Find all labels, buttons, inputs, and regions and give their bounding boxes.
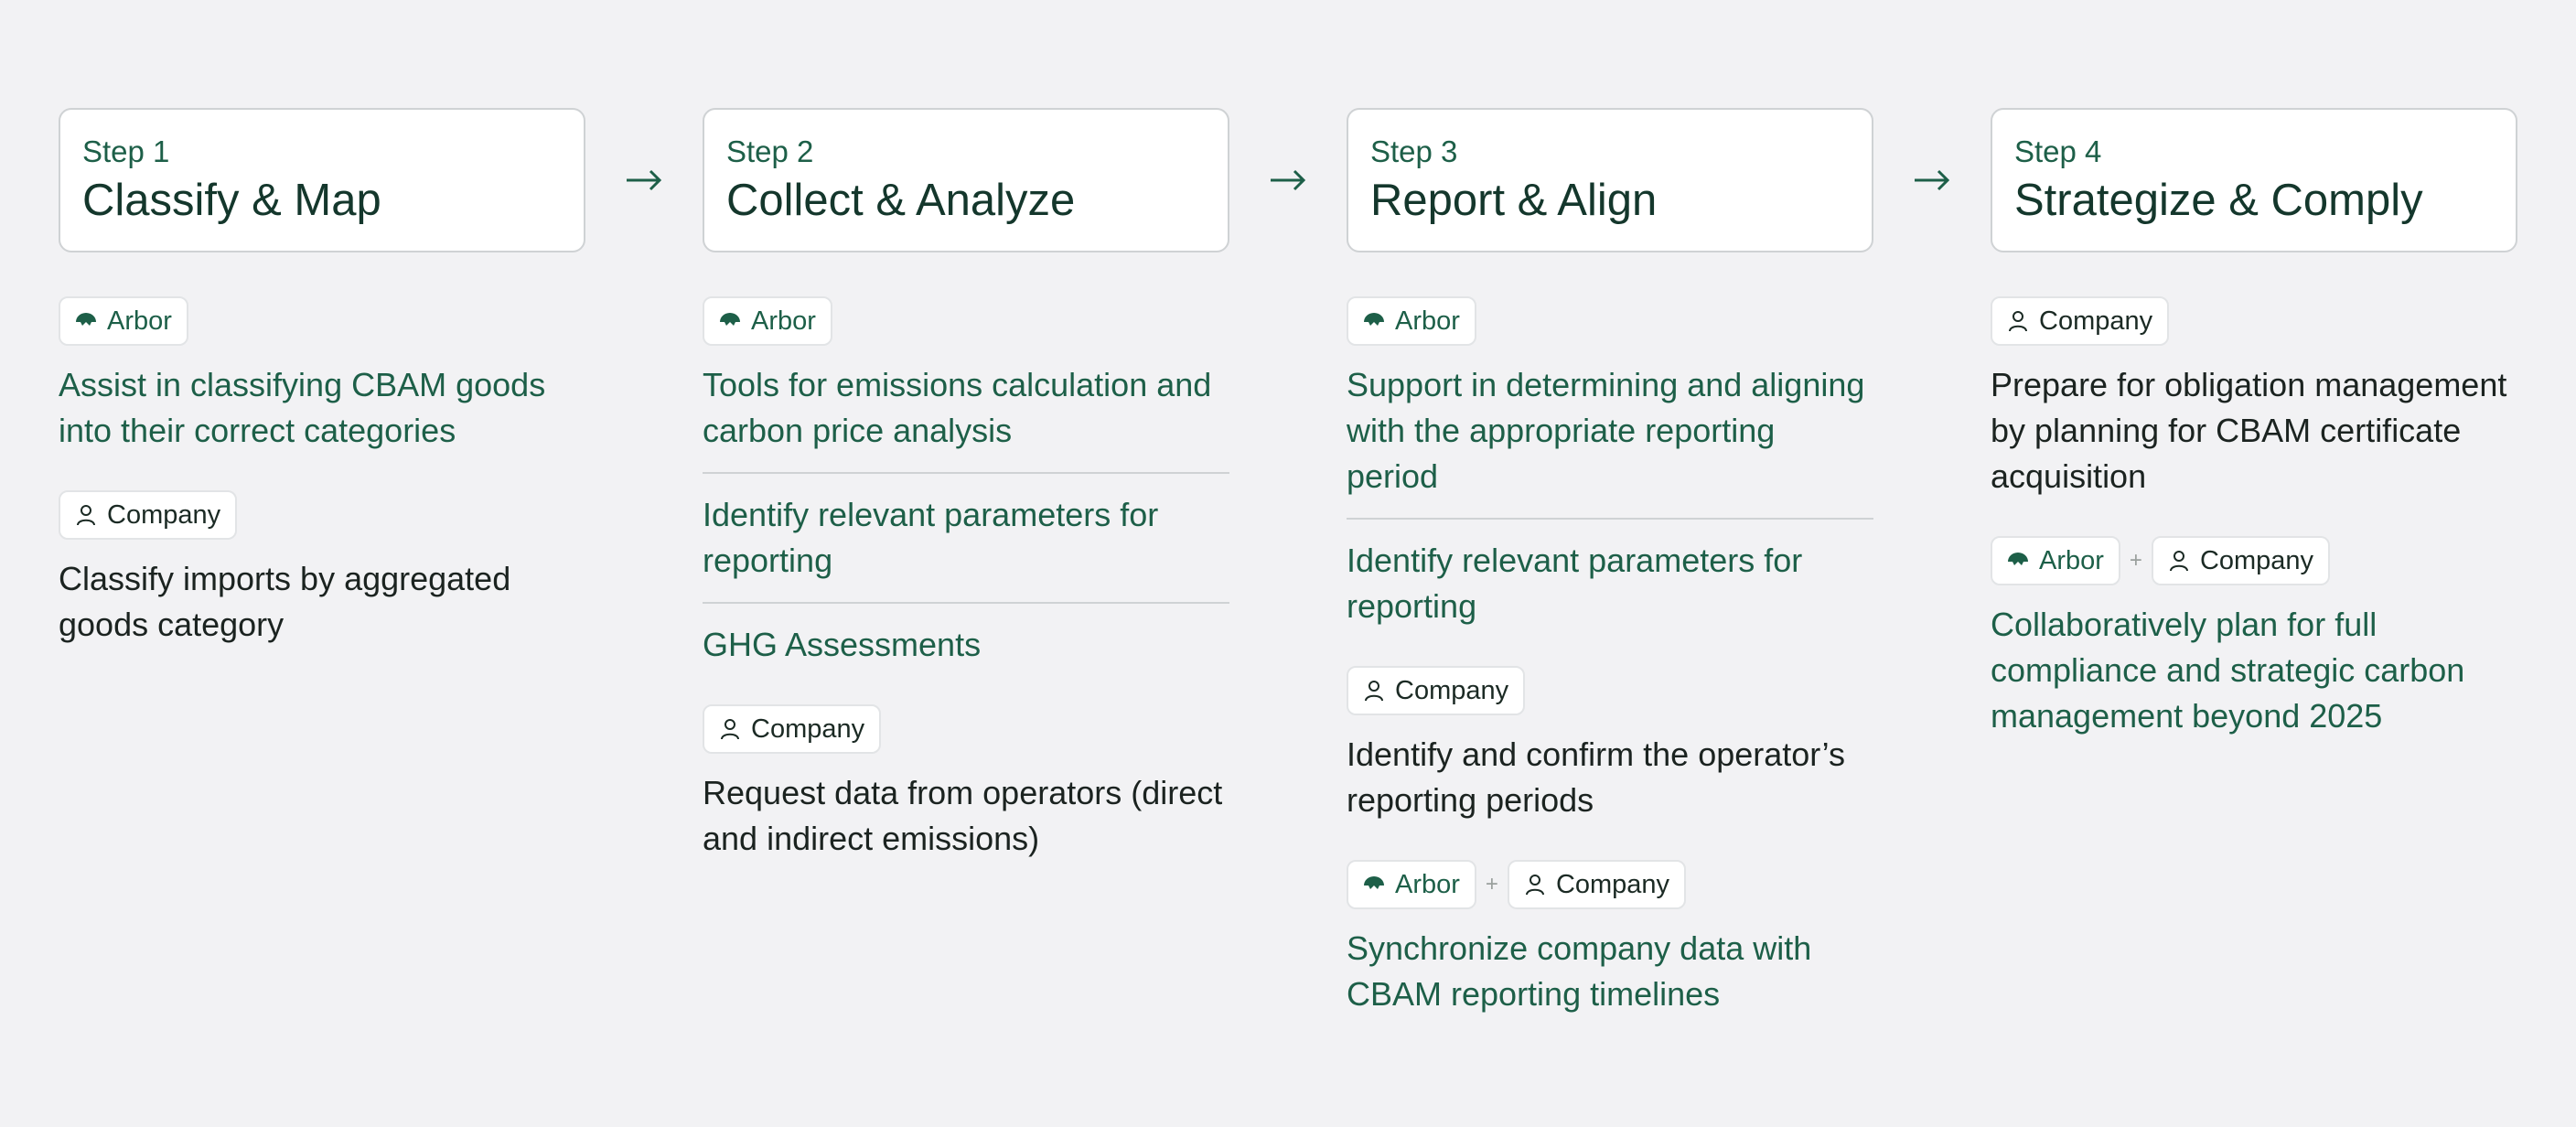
step-3-column: Step 3 Report & Align Arbor Support in d… (1347, 108, 1873, 1017)
arbor-logo-icon (1364, 876, 1384, 889)
step-1-label: Step 1 (82, 134, 170, 168)
step-3-arbor-item-1: Support in determining and aligning with… (1347, 366, 1865, 495)
tag-label: Company (2199, 545, 2314, 575)
step-4-group-2-tags: Arbor + Company (1991, 536, 2517, 585)
arbor-logo-icon (2008, 553, 2028, 565)
step-2-company-item: Request data from operators (direct and … (703, 774, 1223, 857)
step-2-arbor-item-2: Identify relevant parameters for reporti… (703, 496, 1159, 579)
arrow-right-icon (1915, 169, 1950, 191)
step-2-card: Step 2 Collect & Analyze (703, 108, 1229, 252)
step-2-column: Step 2 Collect & Analyze Arbor Tools for… (703, 108, 1229, 862)
tag-label: Arbor (751, 306, 816, 336)
company-tag: Company (703, 704, 882, 754)
step-2-group-2-tags: Company (703, 704, 1229, 754)
company-tag: Company (1507, 860, 1687, 909)
plus-sign: + (2129, 548, 2142, 573)
tag-label: Company (751, 714, 865, 744)
step-2-label: Step 2 (726, 134, 814, 168)
arbor-logo-icon (1364, 313, 1384, 326)
tag-label: Company (107, 499, 221, 530)
arbor-tag: Arbor (1991, 536, 2120, 585)
tag-label: Arbor (1395, 306, 1460, 336)
step-4-joint-item: Collaboratively plan for full compliance… (1991, 606, 2465, 735)
arbor-logo-icon (720, 313, 740, 326)
step-1-arbor-item: Assist in classifying CBAM goods into th… (59, 366, 546, 449)
person-icon (2009, 311, 2027, 332)
company-tag: Company (1991, 296, 2170, 346)
tag-label: Arbor (2039, 545, 2104, 575)
step-3-label: Step 3 (1370, 134, 1458, 168)
step-3-group-3-tags: Arbor + Company (1347, 860, 1873, 909)
arbor-tag: Arbor (1347, 296, 1476, 346)
step-1-card: Step 1 Classify & Map (59, 108, 585, 252)
tag-label: Company (1555, 869, 1670, 899)
arbor-tag: Arbor (59, 296, 188, 346)
tag-label: Company (1395, 675, 1509, 705)
person-icon (77, 505, 95, 526)
process-diagram: Step 1 Classify & Map Arbor Assist in cl… (0, 0, 2576, 1127)
step-3-arbor-item-2: Identify relevant parameters for reporti… (1347, 542, 1803, 625)
step-4-card: Step 4 Strategize & Comply (1991, 108, 2517, 252)
tag-label: Arbor (107, 306, 172, 336)
step-1-company-item: Classify imports by aggregated goods cat… (59, 560, 511, 643)
arrow-right-icon (627, 169, 662, 191)
step-3-group-1-tags: Arbor (1347, 296, 1873, 346)
arbor-tag: Arbor (1347, 860, 1476, 909)
step-4-title: Strategize & Comply (2014, 176, 2423, 225)
tag-label: Company (2039, 306, 2153, 336)
step-1-column: Step 1 Classify & Map Arbor Assist in cl… (59, 108, 585, 648)
step-3-card: Step 3 Report & Align (1347, 108, 1873, 252)
company-tag: Company (59, 490, 238, 540)
divider (703, 602, 1229, 604)
company-tag: Company (2151, 536, 2331, 585)
step-2-arbor-item-3: GHG Assessments (703, 626, 982, 663)
step-3-group-2-tags: Company (1347, 666, 1873, 715)
step-2-title: Collect & Analyze (726, 176, 1076, 225)
arrow-right-icon (1271, 169, 1306, 191)
step-3-company-item: Identify and confirm the operator’s repo… (1347, 735, 1845, 819)
step-3-joint-item: Synchronize company data with CBAM repor… (1347, 929, 1812, 1013)
divider (703, 472, 1229, 474)
divider (1347, 518, 1873, 520)
company-tag: Company (1347, 666, 1526, 715)
step-4-label: Step 4 (2014, 134, 2102, 168)
person-icon (2169, 551, 2188, 572)
arbor-tag: Arbor (703, 296, 832, 346)
person-icon (1365, 681, 1383, 702)
plus-sign: + (1485, 872, 1498, 896)
step-4-group-1-tags: Company (1991, 296, 2517, 346)
person-icon (1525, 875, 1544, 896)
arbor-logo-icon (76, 313, 96, 326)
step-4-company-item: Prepare for obligation management by pla… (1991, 366, 2507, 495)
step-3-title: Report & Align (1370, 176, 1658, 225)
step-1-title: Classify & Map (82, 176, 381, 225)
step-2-group-1-tags: Arbor (703, 296, 1229, 346)
step-1-group-1-tags: Arbor (59, 296, 585, 346)
step-1-group-2-tags: Company (59, 490, 585, 540)
step-4-column: Step 4 Strategize & Comply Company Prepa… (1991, 108, 2517, 739)
person-icon (721, 719, 739, 740)
tag-label: Arbor (1395, 869, 1460, 899)
step-2-arbor-item-1: Tools for emissions calculation and carb… (703, 366, 1212, 449)
